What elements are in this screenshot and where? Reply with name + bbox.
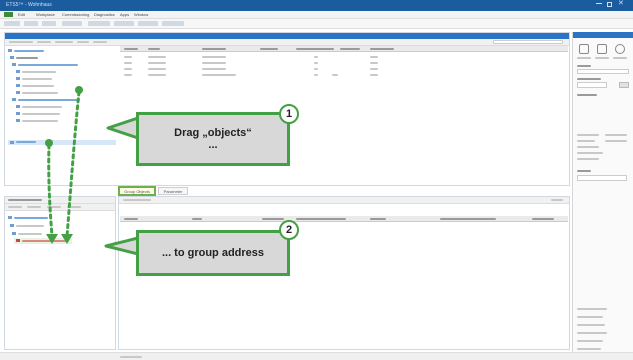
arrowhead-icon xyxy=(61,234,73,244)
callout-2-pointer xyxy=(104,236,140,256)
callout-drag-objects: Drag „objects“ ... xyxy=(136,112,290,166)
callout-2-text: ... to group address xyxy=(161,247,265,259)
drag-start-marker-1 xyxy=(75,86,83,94)
step-1-badge: 1 xyxy=(279,104,299,124)
step-2-badge: 2 xyxy=(279,220,299,240)
callout-to-group-address: ... to group address xyxy=(136,230,290,276)
drag-path-1 xyxy=(65,90,81,238)
callout-1-text: Drag „objects“ xyxy=(174,127,252,139)
callout-1-pointer xyxy=(106,116,140,140)
arrowhead-icon xyxy=(46,234,58,244)
drag-arrows xyxy=(45,86,140,256)
callout-1-ellipsis: ... xyxy=(208,139,218,151)
drag-start-marker-2 xyxy=(45,139,53,147)
drag-path-2 xyxy=(47,143,54,238)
